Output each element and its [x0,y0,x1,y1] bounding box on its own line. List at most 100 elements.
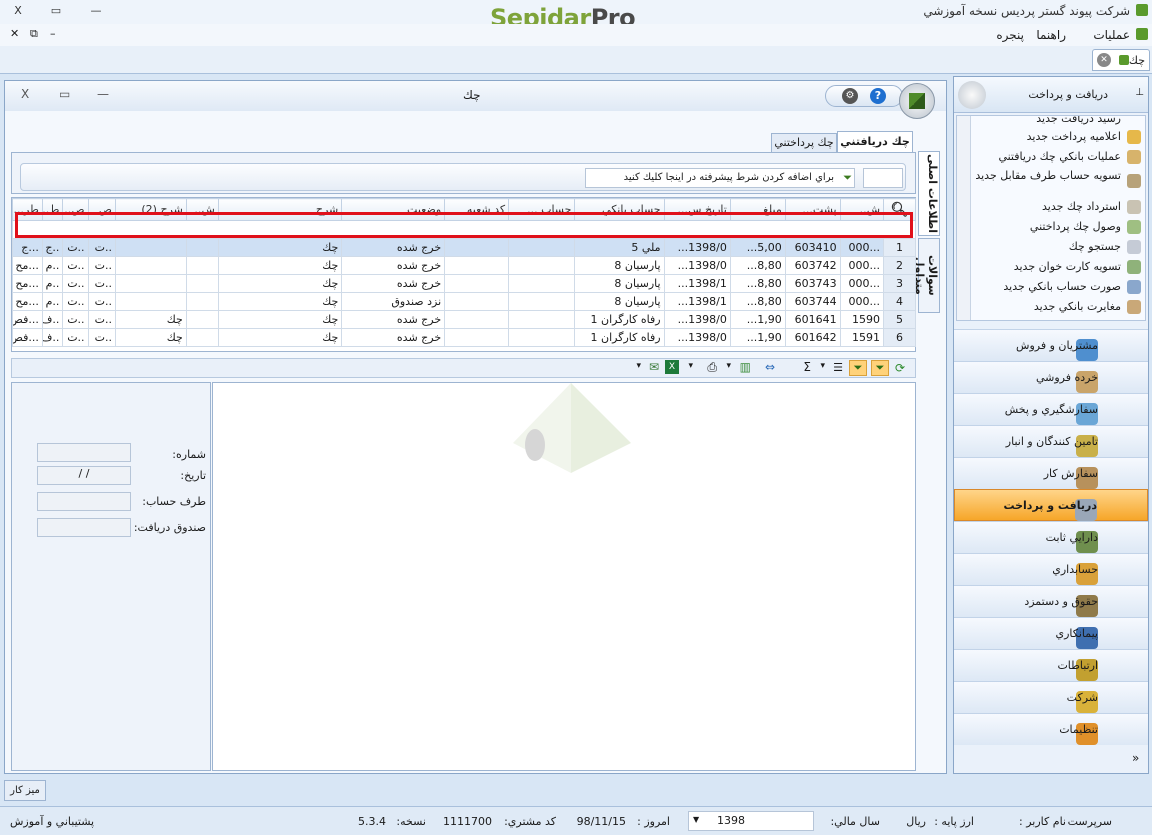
detail-form-panel: شماره: تاريخ: / / طرف حساب: صندوق دريافت… [11,382,211,771]
nav-item[interactable]: استرداد چك جديد [1042,200,1121,213]
nav-item[interactable]: تسويه حساب طرف مقابل جديد [971,169,1121,182]
today-value: 98/11/15 [576,815,626,828]
nav-group[interactable]: پيمانکاري [954,617,1148,649]
table-row[interactable]: 5 1590 601641 1,90... 1398/0... رفاه کارگران … [12,310,916,329]
side-tab-main-info[interactable]: اطلاعات اصلی [918,151,940,236]
date-field[interactable]: / / [37,466,131,485]
restore-app-button[interactable]: ▭ [48,3,64,19]
table-cell [185,238,219,257]
table-cell: ..ف [41,328,64,347]
pin-icon[interactable]: ⊥ [1135,87,1144,98]
nav-group[interactable]: تامين کنندگان و انبار [954,425,1148,457]
nav-group[interactable]: سفارشگيري و پخش [954,393,1148,425]
tools-icon[interactable]: ⚙ [842,88,858,104]
filter-box[interactable] [863,168,903,188]
desk-button[interactable]: ميز کار [4,780,46,801]
table-cell: 603410 [784,238,841,257]
mdi-minimize-button[interactable]: – [50,27,56,40]
table-cell: ..ج [41,238,64,257]
table-cell [114,292,187,311]
close-app-button[interactable]: X [10,3,26,19]
side-tab-faq[interactable]: سوالات متداول [913,238,940,313]
settlement-icon [1127,174,1141,188]
table-row[interactable]: 3 ...000 603743 8,80... 1398/1... پارسيان 8 خر… [12,274,916,293]
navigation-pane: دريافت و پرداخت ⊥ رسيد دريافت جديد اعلام… [953,76,1149,774]
group-by-icon[interactable]: ☰ [833,361,843,374]
nav-group[interactable]: مشتريان و فروش [954,329,1148,361]
table-row[interactable]: 1 ...000 603410 5,00... 1398/0... ملي 5 خرج شد… [12,238,916,257]
nav-item[interactable]: تسويه کارت خوان جديد [1014,260,1121,273]
minimize-window-button[interactable]: — [97,87,109,101]
help-icon[interactable]: ? [870,88,886,104]
nav-item[interactable]: وصول چك پرداختني [1030,220,1121,233]
menu-help[interactable]: راهنما [1036,28,1066,42]
table-cell: ..ت [87,310,116,329]
nav-item[interactable]: صورت حساب بانکي جديد [1003,280,1121,293]
table-cell: 8,80... [729,274,786,293]
nav-group[interactable]: حسابداري [954,553,1148,585]
export-icon[interactable]: ✉ [649,360,659,374]
doc-tab-check[interactable]: چك ✕ [1092,49,1150,71]
minimize-app-button[interactable]: — [88,3,104,19]
nav-group[interactable]: حقوق و دستمزد [954,585,1148,617]
status-bar: سرپرست نام کاربر : ريال ارز پايه : سال م… [0,806,1152,835]
support-link[interactable]: پشتيباني و آموزش [10,815,94,828]
advanced-filter-link[interactable]: ⏷ براي اضافه کردن شرط پيشرفته در اينجا ک… [585,168,855,188]
excel-dropdown-icon[interactable]: ▾ [688,361,693,371]
filter-toggle-icon[interactable]: ⏷ [871,360,889,376]
cashbox-field[interactable] [37,518,131,537]
header-highlight-box [15,212,913,238]
nav-item[interactable]: جستجو چك [1069,240,1121,253]
check-window-titlebar: X ▭ — چك ⚙ ? [5,81,946,119]
table-cell: چك [217,274,343,293]
excel-icon[interactable]: X [665,360,679,374]
nav-group[interactable]: شرکت [954,681,1148,713]
number-field[interactable] [37,443,131,462]
close-window-button[interactable]: X [21,87,29,101]
nav-item[interactable]: مغايرت بانکي جديد [1034,300,1121,313]
mdi-restore-button[interactable]: ⧉ [30,27,38,41]
nav-group[interactable]: تنظيمات [954,713,1148,745]
restore-window-button[interactable]: ▭ [59,87,70,101]
table-cell [444,292,510,311]
nav-item[interactable]: رسيد دريافت جديد [1036,116,1121,125]
tab-payable-checks[interactable]: چك پرداختني [771,133,837,153]
print-icon[interactable]: ⎙ [707,360,717,375]
print-dropdown-icon[interactable]: ▾ [726,361,731,371]
nav-group[interactable]: دارايي ثابت [954,521,1148,553]
table-cell: ...ج [12,238,43,257]
table-row[interactable]: 6 1591 601642 1,90... 1398/0... رفاه کارگران … [12,328,916,347]
table-cell: ...000 [839,292,885,311]
table-row[interactable]: 2 ...000 603742 8,80... 1398/0... پارسيان 8 خر… [12,256,916,275]
nav-group[interactable]: خرده فروشي [954,361,1148,393]
columns-icon[interactable]: ▥ [740,360,751,374]
refresh-icon[interactable]: ⟳ [895,361,909,375]
fit-columns-icon[interactable]: ⇔ [765,360,775,374]
table-cell [114,238,187,257]
nav-group[interactable]: ارتباطات [954,649,1148,681]
nav-group-label: شرکت [1066,691,1098,704]
mdi-close-button[interactable]: ✕ [10,27,19,40]
filter-row-icon[interactable]: ⏷ [849,360,867,376]
table-cell: رفاه کارگران 1 [574,328,665,347]
menu-operations[interactable]: عملیات [1093,28,1130,42]
party-field[interactable] [37,492,131,511]
nav-group-label: پيمانکاري [1055,627,1098,640]
expand-chevron-icon[interactable]: » [1132,751,1139,765]
table-cell: ..ت [87,328,116,347]
nav-item[interactable]: عمليات بانکي چك دريافتني [998,150,1121,163]
nav-item[interactable]: اعلاميه پرداخت جديد [1027,130,1121,143]
scrollbar[interactable] [957,116,971,320]
table-cell: ..م [41,256,64,275]
nav-group[interactable]: سفارش كار [954,457,1148,489]
sum-icon[interactable]: Σ [803,360,811,374]
close-icon[interactable]: ✕ [1097,53,1111,67]
table-row[interactable]: 4 ...000 603744 8,80... 1398/1... پارسيان 8 نز… [12,292,916,311]
menu-window[interactable]: پنجره [996,28,1024,42]
export-dropdown-icon[interactable]: ▾ [636,361,641,371]
tab-received-checks[interactable]: چك دريافتني [837,131,913,153]
fiscal-year-select[interactable]: ▼ 1398 [688,811,814,831]
table-cell [508,292,576,311]
dropdown-icon[interactable]: ▾ [820,361,825,371]
nav-group[interactable]: دريافت و پرداخت [954,489,1148,521]
